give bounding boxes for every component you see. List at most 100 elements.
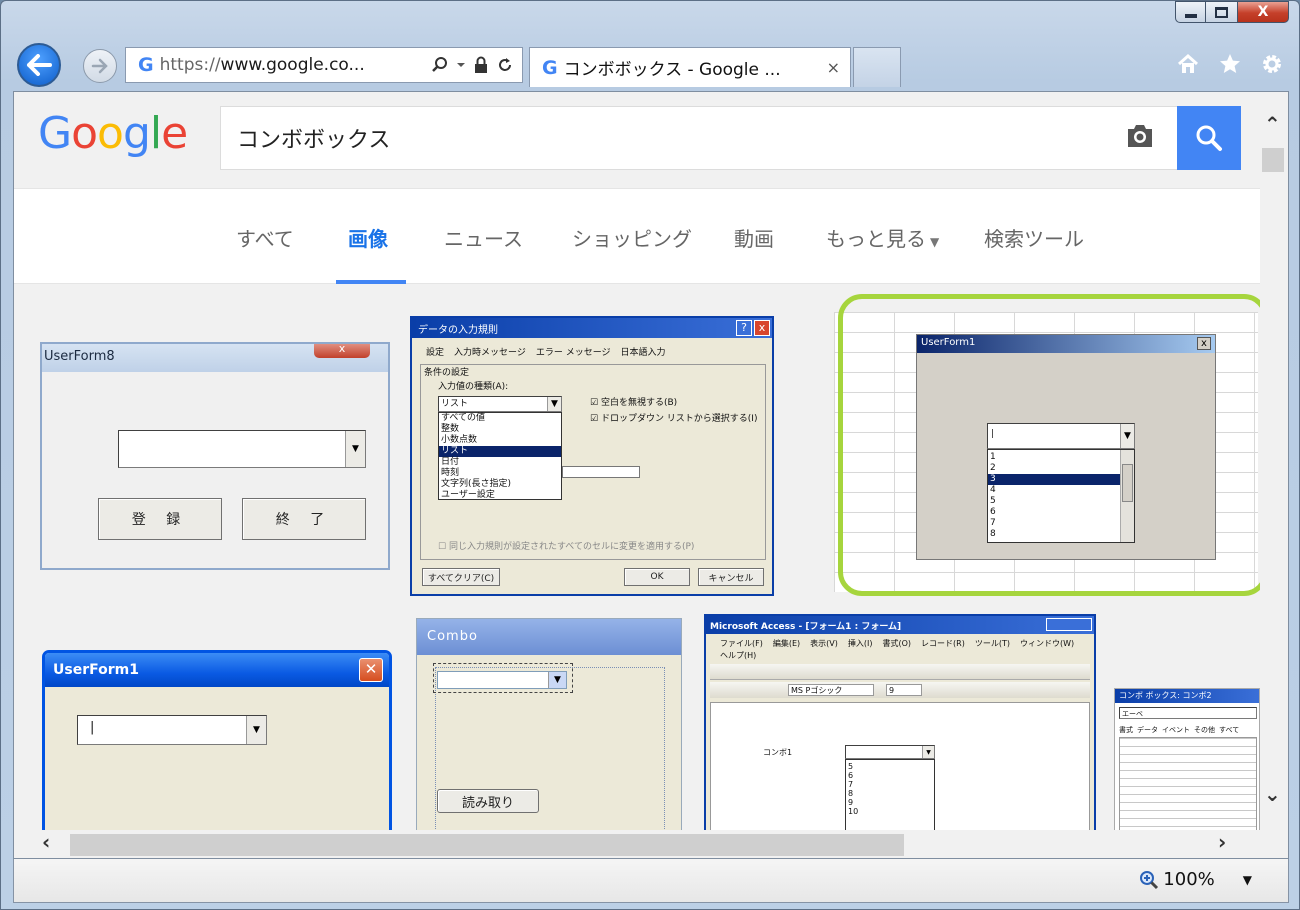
vertical-scroll-thumb[interactable] [1262,148,1284,172]
group-label: 条件の設定 [424,368,470,378]
dropdown-caret-icon[interactable] [456,61,466,69]
dialog-titlebar: UserForm8 x [42,344,388,372]
help-menu: ヘルプ(H) [720,651,757,660]
result-image-userform1-xp[interactable]: UserForm1 ✕ | ▼ [42,650,392,858]
browser-toolbar-icons [1175,51,1285,77]
result-image-access[interactable]: Microsoft Access - [フォーム1 : フォーム] ファイル(F… [704,614,1096,858]
apply-all-checkbox: ☐ 同じ入力規則が設定されたすべてのセルに変更を適用する(P) [438,542,695,552]
help-icon: ? [736,320,752,336]
favorites-button[interactable] [1217,51,1243,77]
object-combobox: エーベ [1119,707,1257,719]
property-tabs: 書式 データ イベント その他 すべて [1119,726,1240,734]
dialog-tabs: 設定 入力時メッセージ エラー メッセージ 日本語入力 [426,348,666,358]
chevron-right-icon[interactable]: › [1218,830,1226,854]
list-item: 5 [848,762,854,771]
chevron-down-icon: ▼ [548,672,566,688]
ok-button: OK [624,568,690,586]
close-window-button[interactable]: X [1237,1,1289,23]
home-button[interactable] [1175,51,1201,77]
lock-icon[interactable] [473,56,489,74]
google-favicon: G [138,54,154,76]
combobox: | ▼ [77,715,267,745]
new-tab-button[interactable] [853,47,901,87]
home-icon [1178,53,1198,73]
address-actions [431,56,522,74]
vertical-scrollbar[interactable]: ⌃ ⌄ [1260,92,1288,832]
search-icon [1196,125,1222,151]
horizontal-scrollbar[interactable]: ‹ › [14,830,1260,858]
chevron-down-icon: ▼ [930,235,940,249]
zoom-icon [1140,870,1159,889]
combobox: ▼ [118,430,366,468]
ignore-blank-checkbox: ☑ 空白を無視する(B) [590,398,678,408]
dialog-titlebar: データの入力規則 ? x [412,318,772,338]
dialog-title: データの入力規則 [418,325,498,336]
tab-close-icon[interactable]: × [827,58,840,77]
dialog-title: Combo [427,629,478,644]
dialog-titlebar: UserForm1 ✕ [45,653,389,687]
tab-search-tools[interactable]: 検索ツール [984,223,1084,252]
maximize-button[interactable] [1205,1,1237,23]
dialog-titlebar: コンボ ボックス: コンボ2 [1115,689,1259,703]
zoom-level: 100% [1163,869,1215,890]
chevron-down-icon: ▼ [246,716,266,744]
menu-bar: ファイル(F) 編集(E) 表示(V) 挿入(I) 書式(O) レコード(R) ツール(T)… [720,639,1075,648]
window-buttons [1046,618,1092,631]
page-content: Google コンボボックス すべて 画像 ニュース ショッピング 動画 もっと… [13,91,1289,859]
settings-button[interactable] [1259,51,1285,77]
kind-dropdown-list: すべての値 整数 小数点数 リスト 日付 時刻 文字列(長さ指定) ユーザー設定 [438,412,562,500]
list-item: 7 [848,780,854,789]
search-button[interactable] [1177,106,1241,170]
tab-google-search[interactable]: G コンボボックス - Google ... × [529,47,851,87]
status-bar: 100% ▼ [13,859,1289,903]
address-bar[interactable]: G https://www.google.co... [125,47,523,83]
google-logo[interactable]: Google [38,108,188,159]
tab-news[interactable]: ニュース [444,223,523,252]
combobox: ▼ [437,671,567,689]
tab-all[interactable]: すべて [236,223,294,252]
combo-label: コンボ1 [763,748,793,757]
browser-window: X G https://www.google.co... G コンボボックス -… [0,0,1300,910]
search-icon[interactable] [431,56,449,74]
dialog-titlebar: Combo [417,619,681,655]
horizontal-scroll-thumb[interactable] [70,834,904,856]
tab-shopping[interactable]: ショッピング [572,223,692,252]
chevron-down-icon: ▼ [922,746,934,758]
search-input[interactable]: コンボボックス [220,106,1178,170]
url-text[interactable]: https://www.google.co... [160,55,365,75]
back-button[interactable] [17,43,61,87]
refresh-icon[interactable] [496,56,514,74]
register-button: 登 録 [98,498,222,540]
zoom-control[interactable]: 100% ▼ [1139,869,1252,890]
google-favicon: G [542,56,558,79]
tab-title: コンボボックス - Google ... [563,60,781,80]
tab-images[interactable]: 画像 [348,223,388,252]
list-item: 6 [848,771,854,780]
kind-combobox: リスト ▼ [438,396,562,412]
toolbar [710,664,1090,680]
result-image-combo[interactable]: Combo ▼ 読み取り [416,618,682,858]
chevron-down-icon: ▼ [345,431,365,467]
minimize-icon [1184,14,1197,18]
result-image-data-validation[interactable]: データの入力規則 ? x 設定 入力時メッセージ エラー メッセージ 日本語入力 条件… [410,316,774,596]
search-query[interactable]: コンボボックス [237,122,390,154]
format-toolbar: MS Pゴシック 9 [710,682,1090,698]
chevron-down-icon[interactable]: ⌄ [1264,782,1281,806]
arrow-right-icon [91,58,108,74]
minimize-button[interactable] [1175,1,1205,23]
chevron-up-icon[interactable]: ⌃ [1264,112,1281,136]
forward-button[interactable] [83,49,117,83]
close-icon: x [754,320,770,336]
tab-more[interactable]: もっと見る ▼ [826,223,939,252]
image-results-grid: UserForm8 x ▼ 登 録 終 了 データの入力規則 ? x 設定 入力時… [14,284,1268,858]
source-field [562,466,640,478]
result-image-userform8[interactable]: UserForm8 x ▼ 登 録 終 了 [40,342,390,570]
clear-all-button: すべてクリア(C) [422,568,500,586]
dialog-title: コンボ ボックス: コンボ2 [1119,691,1212,700]
gear-icon [1263,55,1281,73]
tab-videos[interactable]: 動画 [734,223,774,252]
chevron-down-icon[interactable]: ▼ [1243,873,1252,887]
camera-icon[interactable] [1124,122,1156,154]
chevron-down-icon: ▼ [547,397,561,411]
chevron-left-icon[interactable]: ‹ [42,830,50,854]
